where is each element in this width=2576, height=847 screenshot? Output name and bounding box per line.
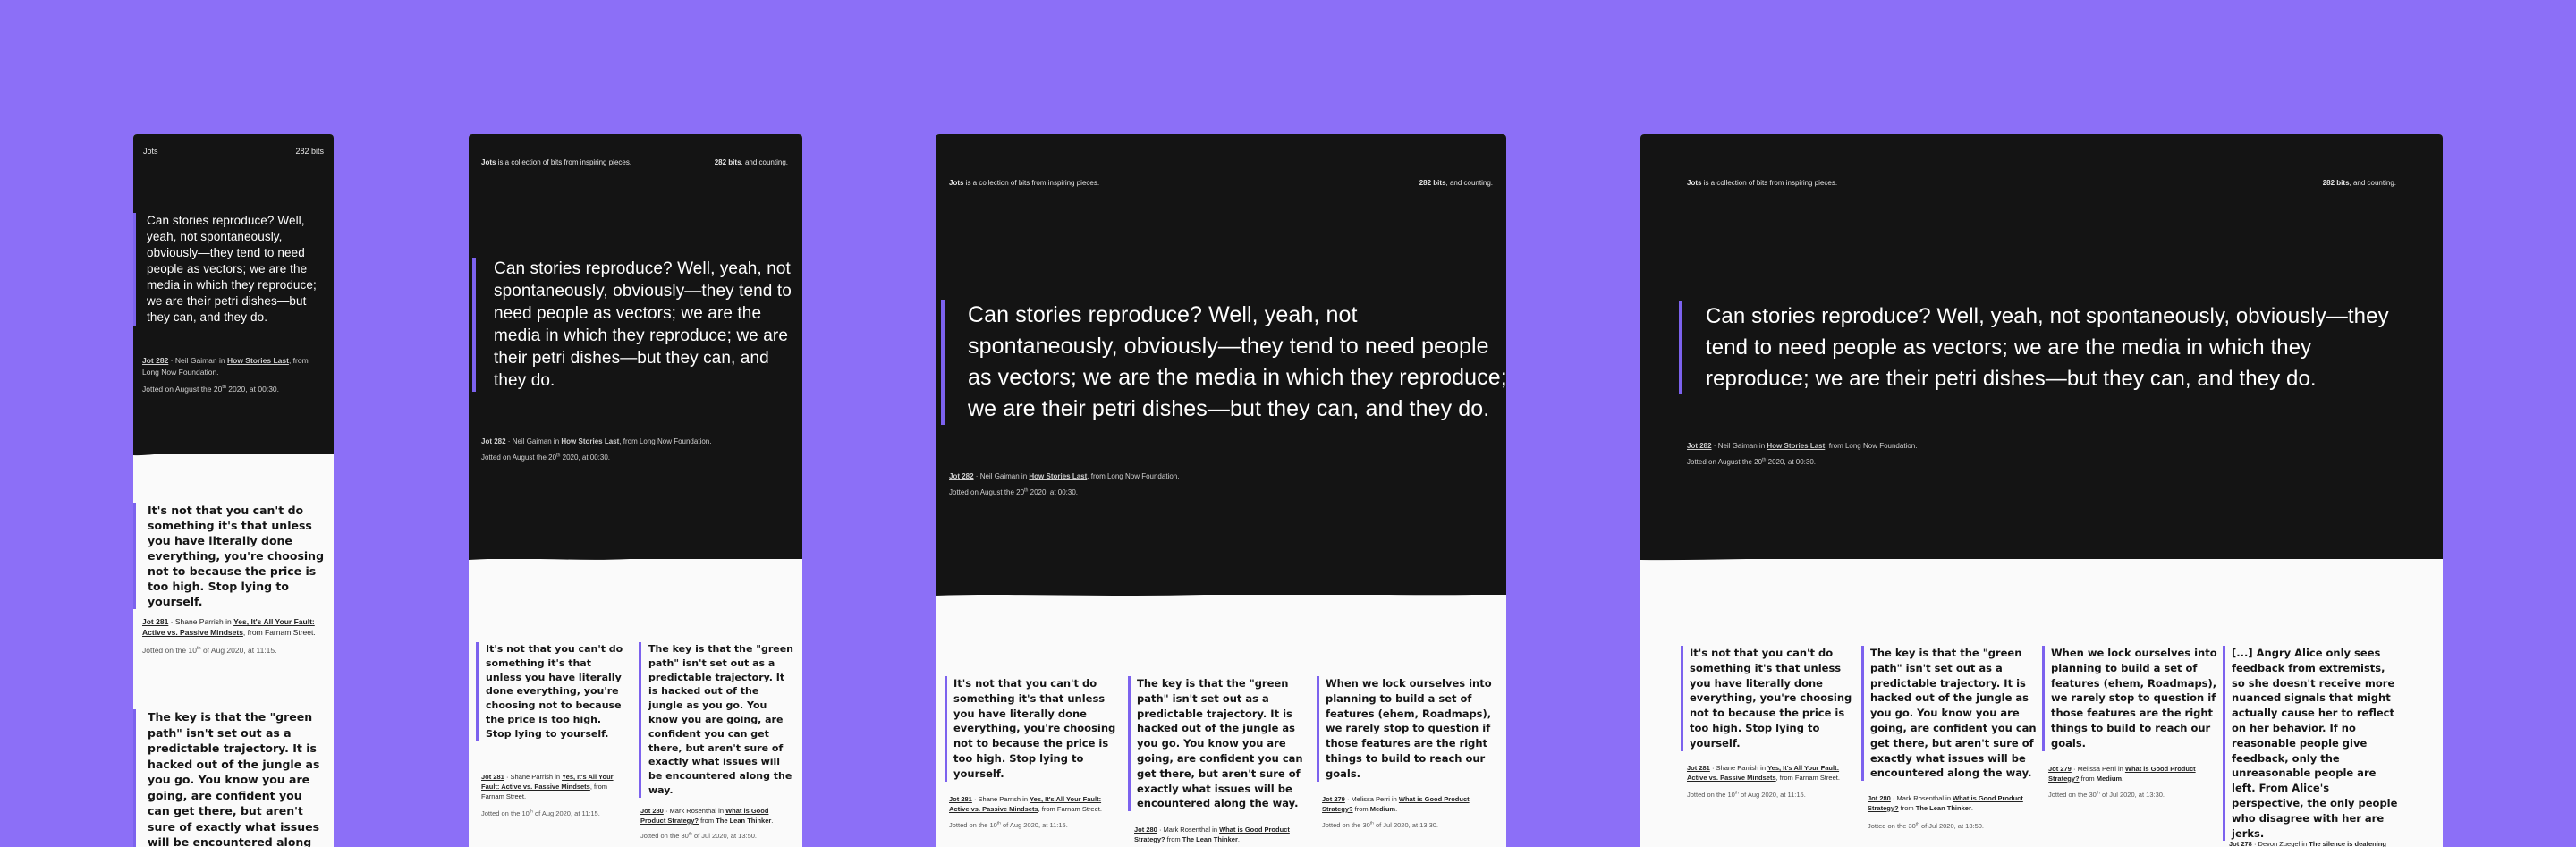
- jot-link[interactable]: Jot 282: [142, 356, 168, 365]
- jot-card[interactable]: It's not that you can't do something it'…: [476, 642, 628, 741]
- jot-card[interactable]: When we lock ourselves into planning to …: [2042, 646, 2217, 751]
- bit-counter: 282 bits, and counting.: [1419, 179, 1493, 187]
- jot-meta: Jot 281 · Shane Parrish in Yes, It's All…: [481, 773, 614, 800]
- jot-card[interactable]: It's not that you can't do something it'…: [133, 503, 334, 609]
- jot-meta: Jot 281 · Shane Parrish in Yes, It's All…: [949, 795, 1102, 813]
- jot-quote: When we lock ourselves into planning to …: [2051, 647, 2217, 750]
- bit-counter: 282 bits: [295, 147, 324, 156]
- featured-meta: Jot 282 · Neil Gaiman in How Stories Las…: [949, 472, 1180, 480]
- jot-quote: It's not that you can't do something it'…: [953, 677, 1116, 780]
- featured-quote-text: Can stories reproduce? Well, yeah, not s…: [147, 214, 317, 324]
- jot-meta: Jot 279 · Melissa Perri in What is Good …: [2048, 765, 2196, 783]
- jot-meta: Jot 281 · Shane Parrish in Yes, It's All…: [1687, 764, 1840, 782]
- featured-quote: Can stories reproduce? Well, yeah, not s…: [472, 258, 802, 392]
- featured-date: Jotted on August the 20th 2020, at 00:30…: [949, 487, 1079, 496]
- wave-divider: [936, 589, 1506, 596]
- jot-quote: The key is that the "green path" isn't s…: [148, 710, 320, 847]
- featured-section: Jots is a collection of bits from inspir…: [1640, 134, 2443, 559]
- featured-meta: Jot 282 · Neil Gaiman in How Stories Las…: [142, 356, 309, 377]
- frame-mobile: Jots 282 bits Can stories reproduce? Wel…: [133, 134, 334, 847]
- jot-card[interactable]: The key is that the "green path" isn't s…: [639, 642, 795, 798]
- site-title[interactable]: Jots is a collection of bits from inspir…: [1687, 179, 1837, 187]
- featured-meta: Jot 282 · Neil Gaiman in How Stories Las…: [481, 437, 712, 445]
- jot-date: Jotted on the 10th of Aug 2020, at 11:15…: [481, 809, 600, 817]
- jot-card[interactable]: The key is that the "green path" isn't s…: [1861, 646, 2037, 782]
- jot-date: Jotted on the 10th of Aug 2020, at 11:15…: [142, 646, 277, 655]
- bit-counter: 282 bits, and counting.: [2322, 179, 2396, 187]
- jot-quote: The key is that the "green path" isn't s…: [1870, 647, 2037, 780]
- jot-meta: Jot 279 · Melissa Perri in What is Good …: [1322, 795, 1470, 813]
- jot-meta: Jot 280 · Mark Rosenthal in What is Good…: [1868, 794, 2023, 812]
- piece-link[interactable]: The silence is deafening: [2309, 840, 2386, 847]
- piece-link[interactable]: How Stories Last: [227, 356, 289, 365]
- piece-link[interactable]: How Stories Last: [1029, 472, 1087, 480]
- wave-divider: [133, 447, 334, 456]
- jot-date: Jotted on the 30th of Jul 2020, at 13:30…: [1322, 821, 1438, 829]
- jot-card[interactable]: When we lock ourselves into planning to …: [1317, 676, 1494, 782]
- jot-quote: It's not that you can't do something it'…: [486, 643, 623, 740]
- featured-quote-text: Can stories reproduce? Well, yeah, not s…: [494, 259, 792, 390]
- featured-section: Jots 282 bits Can stories reproduce? Wel…: [133, 134, 334, 454]
- jot-card[interactable]: [...] Angry Alice only sees feedback fro…: [2223, 646, 2402, 842]
- jot-quote: [...] Angry Alice only sees feedback fro…: [2232, 647, 2398, 840]
- featured-date: Jotted on August the 20th 2020, at 00:30…: [1687, 457, 1817, 466]
- site-title[interactable]: Jots is a collection of bits from inspir…: [949, 179, 1099, 187]
- piece-link[interactable]: How Stories Last: [1767, 442, 1825, 450]
- featured-date: Jotted on August the 20th 2020, at 00:30…: [142, 385, 280, 394]
- featured-meta: Jot 282 · Neil Gaiman in How Stories Las…: [1687, 442, 1918, 450]
- jot-quote: It's not that you can't do something it'…: [148, 504, 325, 608]
- jot-date: Jotted on the 10th of Aug 2020, at 11:15…: [1687, 791, 1806, 799]
- featured-quote-text: Can stories reproduce? Well, yeah, not s…: [968, 302, 1506, 421]
- jot-meta: Jot 280 · Mark Rosenthal in What is Good…: [1134, 826, 1290, 843]
- jot-quote: When we lock ourselves into planning to …: [1326, 677, 1492, 780]
- featured-quote: Can stories reproduce? Well, yeah, not s…: [941, 300, 1506, 425]
- jot-card[interactable]: The key is that the "green path" isn't s…: [133, 709, 334, 847]
- jot-meta: Jot 281 · Shane Parrish in Yes, It's All…: [142, 617, 316, 637]
- jot-card[interactable]: It's not that you can't do something it'…: [1681, 646, 1856, 751]
- jot-link[interactable]: Jot 282: [1687, 442, 1712, 450]
- jot-quote: It's not that you can't do something it'…: [1690, 647, 1852, 750]
- featured-section: Jots is a collection of bits from inspir…: [936, 134, 1506, 595]
- frame-desktop: Jots is a collection of bits from inspir…: [1640, 134, 2443, 847]
- piece-link[interactable]: How Stories Last: [561, 437, 619, 445]
- jot-meta: Jot 278 · Devon Zuegel in The silence is…: [2229, 840, 2386, 847]
- frame-tablet: Jots is a collection of bits from inspir…: [469, 134, 802, 847]
- jot-link[interactable]: Jot 282: [949, 472, 974, 480]
- featured-quote: Can stories reproduce? Well, yeah, not s…: [133, 213, 333, 326]
- wave-divider: [1640, 553, 2443, 561]
- jot-date: Jotted on the 10th of Aug 2020, at 11:15…: [949, 821, 1068, 829]
- featured-quote-text: Can stories reproduce? Well, yeah, not s…: [1706, 304, 2389, 391]
- wave-divider: [469, 553, 802, 560]
- featured-quote: Can stories reproduce? Well, yeah, not s…: [1679, 301, 2412, 394]
- jot-meta: Jot 280 · Mark Rosenthal in What is Good…: [640, 807, 774, 825]
- jot-date: Jotted on the 30th of Jul 2020, at 13:50…: [1868, 822, 1984, 830]
- frame-laptop: Jots is a collection of bits from inspir…: [936, 134, 1506, 847]
- site-title[interactable]: Jots is a collection of bits from inspir…: [481, 158, 631, 166]
- jot-date: Jotted on the 30th of Jul 2020, at 13:50…: [640, 832, 757, 840]
- jot-link[interactable]: Jot 282: [481, 437, 506, 445]
- jot-date: Jotted on the 30th of Jul 2020, at 13:30…: [2048, 791, 2165, 799]
- bit-counter: 282 bits, and counting.: [714, 158, 788, 166]
- featured-section: Jots is a collection of bits from inspir…: [469, 134, 802, 559]
- featured-date: Jotted on August the 20th 2020, at 00:30…: [481, 453, 611, 462]
- jot-card[interactable]: It's not that you can't do something it'…: [945, 676, 1120, 782]
- jot-card[interactable]: The key is that the "green path" isn't s…: [1128, 676, 1309, 812]
- jot-quote: The key is that the "green path" isn't s…: [1137, 677, 1303, 810]
- site-title[interactable]: Jots: [143, 147, 158, 156]
- jot-quote: The key is that the "green path" isn't s…: [648, 643, 794, 796]
